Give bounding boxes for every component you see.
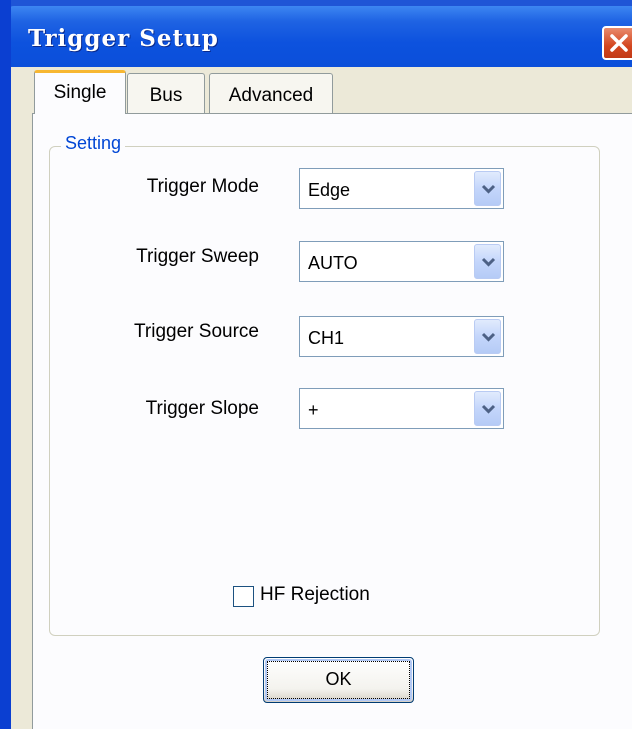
trigger-sweep-value: AUTO: [308, 253, 358, 273]
hf-rejection-checkbox[interactable]: [233, 586, 254, 607]
ok-button-label: OK: [325, 669, 352, 689]
chevron-down-icon: [481, 332, 496, 342]
trigger-source-label: Trigger Source: [134, 321, 259, 342]
tab-bus-label: Bus: [149, 85, 183, 106]
dialog-client-area: Single Bus Advanced Setting Trigger Mode…: [11, 67, 632, 729]
window-title: Trigger Setup: [28, 25, 219, 52]
trigger-slope-value: +: [308, 400, 319, 420]
trigger-source-select[interactable]: CH1: [299, 316, 504, 357]
tab-single-label: Single: [53, 82, 107, 103]
close-button[interactable]: [602, 26, 632, 60]
trigger-slope-dropdown-button[interactable]: [474, 391, 501, 426]
trigger-mode-label: Trigger Mode: [146, 176, 259, 197]
ok-button[interactable]: OK: [263, 657, 414, 703]
chevron-down-icon: [481, 257, 496, 267]
trigger-mode-value: Edge: [308, 180, 351, 200]
trigger-slope-select[interactable]: +: [299, 388, 504, 429]
chevron-down-icon: [481, 184, 496, 194]
trigger-mode-select[interactable]: Edge: [299, 168, 504, 209]
trigger-sweep-label: Trigger Sweep: [136, 246, 259, 267]
setting-group-title: Setting: [61, 133, 126, 154]
window-left-border: [0, 0, 11, 729]
trigger-source-value: CH1: [308, 328, 345, 348]
tab-advanced-label: Advanced: [228, 85, 314, 106]
tab-advanced[interactable]: Advanced: [209, 73, 333, 113]
tab-single[interactable]: Single: [34, 70, 126, 114]
close-icon: [610, 34, 628, 52]
trigger-setup-window: Trigger Setup Single Bus Advanced Settin…: [0, 0, 632, 729]
trigger-slope-label: Trigger Slope: [145, 398, 259, 419]
tab-bus[interactable]: Bus: [127, 73, 205, 113]
title-bar[interactable]: Trigger Setup: [6, 6, 632, 67]
trigger-sweep-dropdown-button[interactable]: [474, 244, 501, 279]
trigger-mode-dropdown-button[interactable]: [474, 171, 501, 206]
trigger-source-dropdown-button[interactable]: [474, 319, 501, 354]
chevron-down-icon: [481, 404, 496, 414]
trigger-sweep-select[interactable]: AUTO: [299, 241, 504, 282]
hf-rejection-label[interactable]: HF Rejection: [260, 584, 370, 606]
